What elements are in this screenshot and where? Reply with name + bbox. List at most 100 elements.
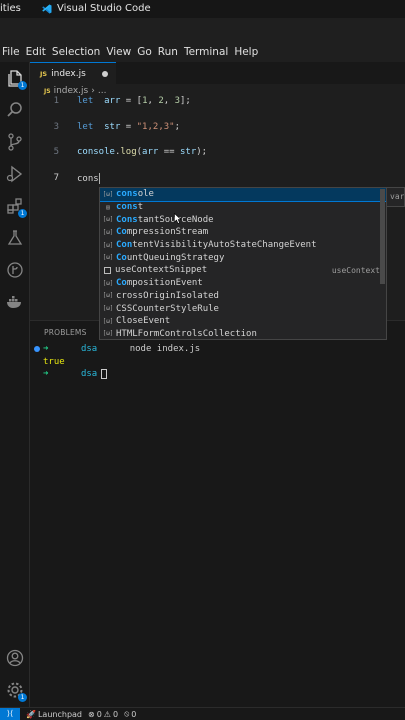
code-token: let — [77, 96, 94, 106]
docker-button[interactable] — [5, 292, 25, 312]
problems-status[interactable]: ⊗ 0 ⚠ 0 — [88, 710, 118, 719]
suggestion-label: mpositionEvent — [126, 278, 203, 289]
mouse-pointer-icon — [174, 213, 182, 224]
search-icon — [7, 102, 22, 117]
text-cursor — [98, 172, 100, 184]
suggestion-item[interactable]: [ω] Co mpressionStream — [100, 226, 386, 239]
suggestion-match: Con — [116, 240, 133, 251]
code-token: == — [158, 147, 180, 158]
breadcrumb: JS index.js › ... — [44, 86, 106, 96]
javascript-file-icon: JS — [44, 87, 51, 95]
code-token: , — [163, 96, 175, 106]
tab-problems[interactable]: PROBLEMS — [44, 328, 87, 337]
status-bar: ⟩⟨ 🚀 Launchpad ⊗ 0 ⚠ 0 ⦸ 0 — [0, 707, 405, 720]
ports-status[interactable]: ⦸ 0 — [124, 709, 136, 719]
menu-selection[interactable]: Selection — [49, 46, 103, 58]
code-token: str — [104, 121, 121, 132]
suggestion-item[interactable]: useContextSnippet useContext — [100, 264, 386, 277]
suggestion-item[interactable]: [ω] cons ole — [100, 188, 386, 202]
variable-icon: [ω] — [102, 317, 114, 325]
code-line[interactable] — [30, 134, 405, 147]
prompt-cwd: dsa — [80, 344, 98, 355]
suggestion-item[interactable]: [ω] Co mpositionEvent — [100, 277, 386, 290]
source-control-button[interactable] — [5, 132, 25, 152]
code-line[interactable] — [30, 109, 405, 122]
suggestion-label: crossOriginIsolated — [116, 290, 219, 301]
launchpad-button[interactable]: 🚀 Launchpad — [26, 710, 82, 719]
code-token: , — [147, 96, 159, 106]
prompt-cwd: dsa — [80, 369, 98, 380]
breadcrumb-file[interactable]: index.js — [54, 86, 89, 96]
settings-badge: 1 — [18, 693, 27, 702]
suggestion-item[interactable]: ▤ cons t — [100, 201, 386, 214]
code-line[interactable]: 5 console.log(arr == str); — [30, 147, 405, 160]
variable-icon: [ω] — [102, 330, 114, 338]
code-line[interactable] — [30, 160, 405, 173]
unsaved-dot-icon[interactable] — [102, 71, 108, 77]
menu-file[interactable]: File — [0, 46, 23, 58]
testing-button[interactable] — [5, 228, 25, 248]
terminal[interactable]: ➜ dsa node index.js true ➜ dsa — [34, 343, 200, 381]
suggestion-match: cons — [116, 202, 138, 213]
javascript-file-icon: JS — [40, 69, 48, 78]
code-token: log — [120, 147, 137, 158]
variable-icon: [ω] — [102, 254, 114, 262]
suggestion-match: Co — [116, 252, 127, 263]
manage-button[interactable]: 1 — [5, 680, 27, 702]
line-number: 1 — [53, 96, 59, 106]
search-button[interactable] — [5, 100, 25, 120]
line-content: console.log(arr == str); — [77, 147, 207, 157]
extensions-button[interactable]: 1 — [5, 196, 27, 218]
app-menu[interactable]: Visual Studio Code — [42, 3, 151, 14]
remote-indicator-icon[interactable]: ⟩⟨ — [0, 707, 20, 720]
menu-help[interactable]: Help — [231, 46, 261, 58]
code-token: console — [77, 147, 115, 158]
menu-edit[interactable]: Edit — [23, 46, 49, 58]
menu-run[interactable]: Run — [155, 46, 181, 58]
git-graph-button[interactable] — [5, 260, 25, 280]
explorer-button[interactable]: 1 — [5, 68, 27, 90]
suggestion-label: ole — [137, 189, 154, 200]
breadcrumb-symbols[interactable]: ... — [98, 86, 107, 96]
warning-icon: ⚠ — [103, 709, 111, 719]
suggestion-item[interactable]: [ω] CloseEvent — [100, 315, 386, 328]
os-top-bar: ities Visual Studio Code — [0, 0, 405, 18]
tab-filename: index.js — [51, 68, 86, 79]
suggestion-item[interactable]: [ω] HTMLFormControlsCollection — [100, 328, 386, 339]
code-line[interactable]: 1 let arr = [1, 2, 3]; — [30, 96, 405, 109]
suggestion-detail: useContext — [331, 265, 380, 275]
terminal-line: ➜ dsa — [34, 368, 200, 381]
code-line[interactable]: 3 let str = "1,2,3"; — [30, 122, 405, 135]
suggestion-label: useContextSnippet — [115, 265, 208, 276]
suggestion-match: cons — [116, 189, 138, 200]
variable-icon: [ω] — [102, 190, 114, 198]
menu-terminal[interactable]: Terminal — [181, 46, 231, 58]
variable-icon: [ω] — [102, 305, 114, 313]
run-debug-button[interactable] — [5, 164, 25, 184]
command-status-dot-icon — [34, 346, 40, 353]
menu-view[interactable]: View — [103, 46, 134, 58]
suggestion-item[interactable]: [ω]ConstantSourceNode — [100, 213, 386, 226]
line-number: 7 — [53, 172, 59, 183]
suggestion-item[interactable]: [ω] Con tentVisibilityAutoStateChangeEvent — [100, 239, 386, 252]
rocket-icon: 🚀 — [26, 709, 36, 719]
tab-index-js[interactable]: JS index.js — [30, 62, 116, 84]
suggestion-item[interactable]: [ω] Co untQueuingStrategy — [100, 251, 386, 264]
error-count: 0 — [96, 709, 102, 719]
accounts-button[interactable] — [5, 648, 25, 668]
launchpad-label: Launchpad — [37, 709, 82, 719]
suggestion-label: t — [137, 202, 144, 213]
variable-icon: [ω] — [102, 292, 114, 300]
suggestion-label: untQueuingStrategy — [126, 252, 225, 263]
activities-button[interactable]: ities — [0, 3, 21, 14]
suggestion-label: CloseEvent — [116, 316, 171, 327]
code-line[interactable]: 7 cons — [30, 172, 405, 186]
suggestion-item[interactable]: [ω] crossOriginIsolated — [100, 290, 386, 303]
suggestion-details-peek: var — [387, 187, 405, 207]
suggestion-item[interactable]: [ω] CSSCounterStyleRule — [100, 302, 386, 315]
testing-icon — [7, 230, 23, 245]
suggestions-scrollbar[interactable] — [380, 189, 385, 284]
menu-go[interactable]: Go — [134, 46, 155, 58]
vscode-logo-icon — [42, 4, 52, 13]
